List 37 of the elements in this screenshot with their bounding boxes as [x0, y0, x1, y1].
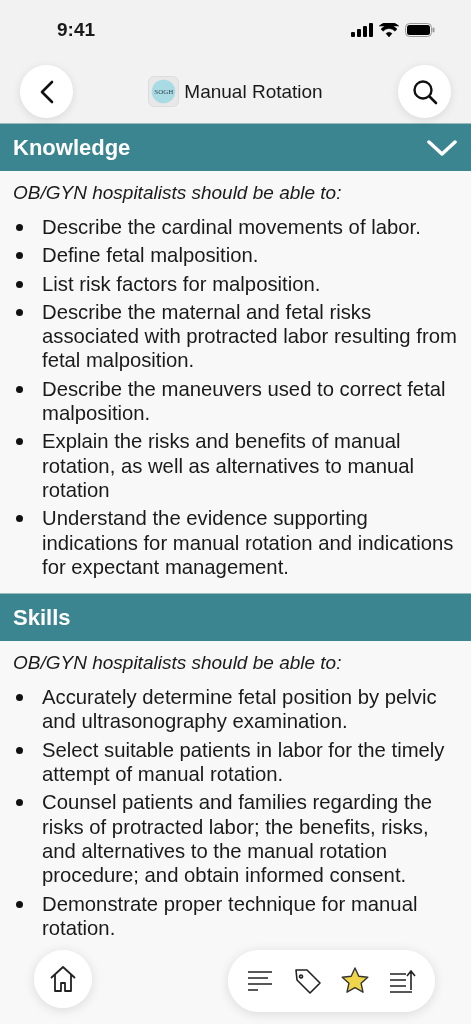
section-header[interactable]: Skills — [0, 593, 471, 642]
list-item-text: List risk factors for malposition. — [42, 271, 321, 296]
bullet-dot — [16, 308, 23, 316]
back-button[interactable] — [20, 65, 73, 118]
intro-text: OB/GYN hospitalists should be able to: — [13, 181, 343, 205]
back-chevron-icon — [39, 79, 54, 104]
list-item-text: Understand the evidence supporting indications for manual rotation and indications for expectant management. — [42, 506, 455, 580]
bullet-dot — [16, 385, 23, 393]
bullet-dot — [16, 280, 23, 288]
list-item-text: Define fetal malposition. — [42, 243, 259, 268]
bullet-dot — [16, 515, 23, 523]
list-item-text: Accurately determine fetal position by pelvic and ultrasonography examination. — [42, 685, 438, 734]
list-item-text: Describe the maneuvers used to correct fetal malposition. — [42, 376, 447, 426]
intro-text: OB/GYN hospitalists should be able to: — [13, 651, 343, 676]
bullet-dot — [16, 799, 23, 807]
bullet-dot — [16, 694, 23, 702]
signal-icon — [351, 23, 373, 37]
bullet-dot — [16, 746, 23, 754]
search-button[interactable] — [398, 65, 451, 118]
list-item-text: Explain the risks and benefits of manual rotation, as well as alternatives to manual rotation — [42, 429, 415, 503]
bullet-dot — [16, 252, 23, 260]
battery-icon — [405, 23, 435, 37]
list-item-text: Counsel patients and families regarding the risks of protracted labor; the benefits, risks, and alternatives to the manual rotation procedure; and obtain informed consent. — [42, 790, 434, 888]
bullet-dot — [16, 900, 23, 908]
page-title: Manual Rotation — [184, 80, 323, 103]
list-item-text: Demonstrate proper technique for manual rotation. — [42, 891, 419, 941]
list-item-text: Describe the maternal and fetal risks associated with protracted labor resulting from fetal malposition. — [42, 299, 457, 373]
wifi-icon — [379, 23, 399, 37]
bullet-dot — [16, 224, 23, 231]
home-button[interactable] — [34, 950, 92, 1008]
status-time: 9:41 — [57, 19, 96, 41]
list-item-text: Select suitable patients in labor for the timely attempt of manual rotation. — [42, 737, 446, 787]
home-icon — [48, 964, 78, 994]
search-icon — [411, 78, 438, 105]
section-header[interactable]: Knowledge — [0, 123, 471, 171]
bullet-dot — [16, 438, 23, 446]
list-item-text: Describe the cardinal movements of labor. — [42, 215, 421, 240]
